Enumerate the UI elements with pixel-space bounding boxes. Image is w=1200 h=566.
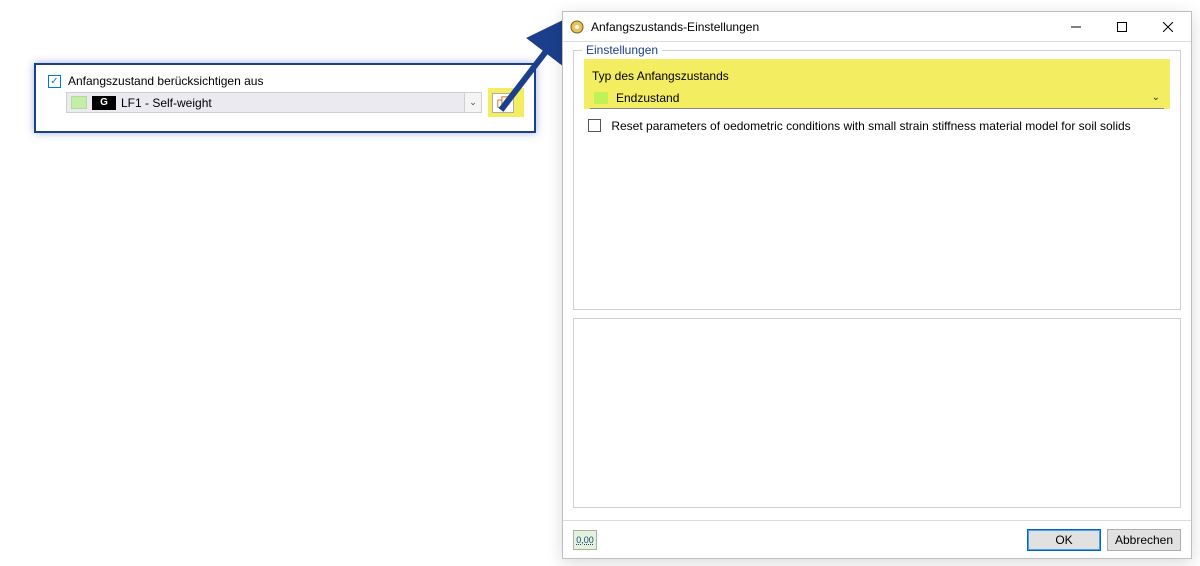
secondary-groupbox: [573, 318, 1181, 508]
dialog-footer: 0,00 OK Abbrechen: [563, 520, 1191, 558]
cancel-button[interactable]: Abbrechen: [1107, 529, 1181, 551]
dialog-body: Einstellungen Typ des Anfangszustands En…: [563, 42, 1191, 520]
cancel-button-label: Abbrechen: [1115, 533, 1173, 547]
chevron-down-icon: ⌄: [1152, 92, 1160, 103]
reset-parameters-checkbox[interactable]: [588, 119, 601, 132]
maximize-icon: [1117, 22, 1127, 32]
open-settings-button[interactable]: [492, 93, 514, 113]
dialog-app-icon: [569, 19, 585, 35]
dialog-titlebar: Anfangszustands-Einstellungen: [563, 12, 1191, 42]
maximize-button[interactable]: [1099, 12, 1145, 41]
edit-icon: [497, 96, 510, 109]
reset-parameters-row: Reset parameters of oedometric condition…: [586, 119, 1168, 133]
footer-value-indicator[interactable]: 0,00: [573, 530, 597, 550]
load-case-dropdown[interactable]: G LF1 - Self-weight: [66, 92, 465, 113]
dialog-title: Anfangszustands-Einstellungen: [591, 20, 759, 34]
chevron-down-icon: ⌄: [469, 97, 477, 108]
type-label: Typ des Anfangszustands: [592, 69, 1164, 83]
minimize-icon: [1071, 22, 1081, 32]
load-case-color-swatch: [71, 96, 87, 109]
footer-value-text: 0,00: [576, 535, 594, 545]
load-case-dropdown-toggle[interactable]: ⌄: [465, 92, 482, 113]
load-case-type-badge: G: [92, 96, 116, 110]
settings-groupbox: Einstellungen Typ des Anfangszustands En…: [573, 50, 1181, 310]
ok-button[interactable]: OK: [1027, 529, 1101, 551]
consider-initial-state-checkbox[interactable]: [48, 75, 61, 88]
source-panel: Anfangszustand berücksichtigen aus G LF1…: [34, 63, 536, 133]
consider-initial-state-label: Anfangszustand berücksichtigen aus: [68, 74, 263, 88]
ok-button-label: OK: [1055, 533, 1072, 547]
close-button[interactable]: [1145, 12, 1191, 41]
close-icon: [1163, 22, 1173, 32]
settings-groupbox-title: Einstellungen: [582, 43, 662, 57]
load-case-row: G LF1 - Self-weight ⌄: [66, 92, 524, 113]
highlighted-type-field: Typ des Anfangszustands Endzustand ⌄: [584, 59, 1170, 109]
type-color-swatch: [594, 92, 608, 104]
reset-parameters-label: Reset parameters of oedometric condition…: [611, 119, 1130, 133]
load-case-dropdown-value: LF1 - Self-weight: [121, 96, 460, 110]
type-dropdown[interactable]: Endzustand ⌄: [590, 87, 1164, 109]
highlighted-button-region: [488, 88, 524, 117]
minimize-button[interactable]: [1053, 12, 1099, 41]
consider-initial-state-row: Anfangszustand berücksichtigen aus: [48, 74, 524, 88]
initial-state-settings-dialog: Anfangszustands-Einstellungen Einstellun…: [562, 11, 1192, 559]
type-dropdown-value: Endzustand: [616, 91, 1152, 105]
